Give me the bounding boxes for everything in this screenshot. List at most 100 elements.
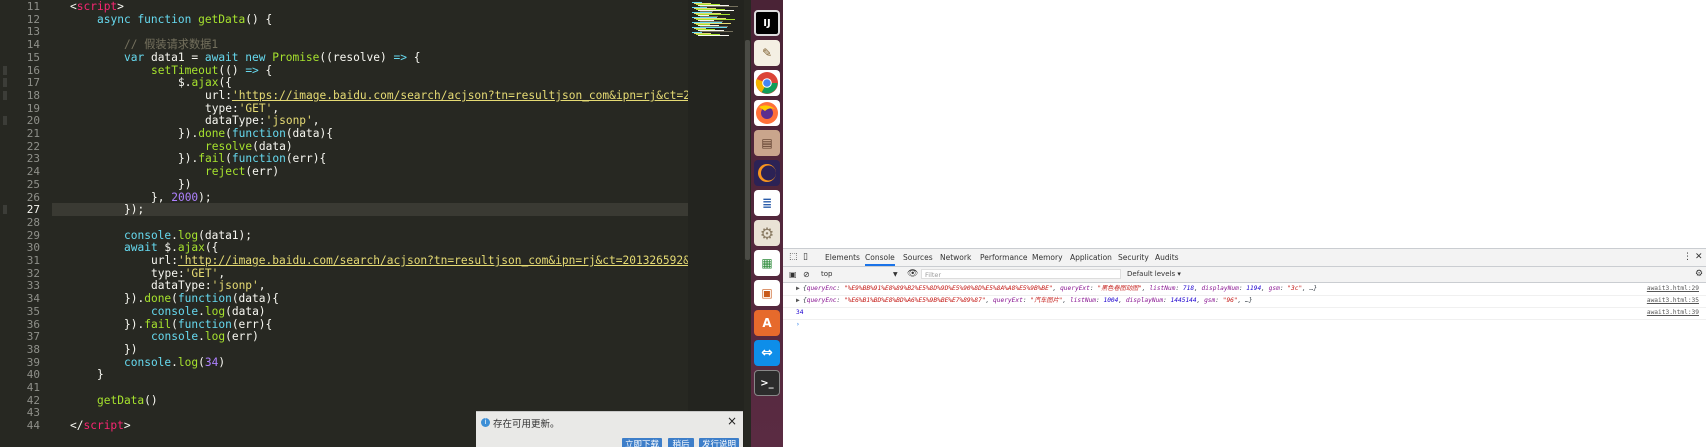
software-center-icon[interactable]: A [754,310,780,336]
close-icon[interactable]: × [727,414,737,428]
code-line[interactable]: }, 2000); [151,191,212,204]
code-line[interactable]: setTimeout(() => { [151,64,272,77]
source-link[interactable]: await3.html:39 [1647,307,1699,319]
code-line[interactable]: }); [124,203,144,216]
code-line[interactable]: await $.ajax({ [124,241,218,254]
fold-marker[interactable] [3,78,7,88]
archive-icon[interactable]: ▤ [754,130,780,156]
tab-performance[interactable]: Performance [980,249,1028,266]
line-number: 44 [26,419,40,433]
code-line[interactable]: }) [178,178,191,191]
close-devtools-icon[interactable]: ✕ [1695,249,1703,266]
console-prompt[interactable]: › [783,319,1706,331]
line-number: 23 [26,152,40,166]
code-line[interactable]: $.ajax({ [178,76,232,89]
code-line[interactable]: <script> [70,0,124,13]
fold-marker[interactable] [3,90,7,100]
code-line[interactable]: getData() [97,394,158,407]
firefox-icon[interactable] [754,100,780,126]
settings-icon[interactable]: ⚙ [754,220,780,246]
fold-marker[interactable] [3,116,7,126]
document-icon[interactable]: ≣ [754,190,780,216]
editor-scrollbar-thumb[interactable] [745,40,750,260]
editor-icon[interactable]: ✎ [754,40,780,66]
line-number: 42 [26,393,40,407]
clear-console-icon[interactable]: ⊘ [803,267,810,282]
console-log-text: 34 [796,309,804,316]
presentation-icon[interactable]: ▣ [754,280,780,306]
fold-marker[interactable] [3,205,7,215]
code-line[interactable]: console.log(34) [124,356,225,369]
code-line[interactable]: var data1 = await new Promise((resolve) … [124,51,420,64]
minimap-line [700,31,733,32]
code-line[interactable]: } [97,368,104,381]
filter-input[interactable]: Filter [921,269,1121,279]
release-notes-button[interactable]: 发行说明 [699,438,739,447]
teamviewer-icon[interactable]: ⇔ [754,340,780,366]
source-link[interactable]: await3.html:29 [1647,283,1699,295]
context-selector[interactable]: top [821,267,832,282]
code-line[interactable]: }).done(function(data){ [178,127,333,140]
line-number-gutter: 11 12 13 14 15 16 17 18 19 20 21 22 23 24 25 26 27 28 29 30… [0,0,52,447]
chrome-icon[interactable] [754,70,780,96]
tab-security[interactable]: Security [1118,249,1149,266]
line-number: 12 [26,12,40,26]
line-number: 28 [26,215,40,229]
line-number: 29 [26,228,40,242]
code-line[interactable]: type:'GET', [151,267,225,280]
line-number: 30 [26,241,40,255]
line-number: 13 [26,25,40,39]
inspect-icon[interactable]: ⬚ [789,249,798,266]
download-now-button[interactable]: 立即下载 [622,438,662,447]
minimap-line [698,35,729,36]
sidebar-toggle-icon[interactable]: ▣ [789,267,797,282]
code-line[interactable]: console.log(data1); [124,229,252,242]
code-editor[interactable]: 11 12 13 14 15 16 17 18 19 20 21 22 23 24 25 26 27 28 29 30… [0,0,751,447]
code-line[interactable]: }).fail(function(err){ [178,152,326,165]
console-settings-icon[interactable]: ⚙ [1695,267,1703,282]
tab-audits[interactable]: Audits [1155,249,1179,266]
tab-application[interactable]: Application [1070,249,1112,266]
context-dropdown-icon[interactable]: ▼ [893,267,898,282]
console-log-text: {queryEnc: "%E6%B1%BD%E8%BD%A6%E5%9B%BE%… [803,297,1253,304]
tab-memory[interactable]: Memory [1032,249,1063,266]
terminal-icon[interactable]: >_ [754,370,780,396]
minimap[interactable] [688,0,744,447]
code-line[interactable]: </script> [70,419,131,432]
expand-arrow-icon[interactable]: ▶ [796,283,800,295]
code-line[interactable]: dataType:'jsonp', [205,114,320,127]
later-button[interactable]: 稍后 [668,438,694,447]
code-line[interactable]: }).fail(function(err){ [124,318,272,331]
expand-arrow-icon[interactable]: ▶ [796,295,800,307]
tab-console[interactable]: Console [865,249,895,266]
code-line[interactable]: dataType:'jsonp', [151,279,266,292]
jetbrains-icon[interactable]: IJ [754,10,780,36]
code-line[interactable]: async function getData() { [97,13,272,26]
tab-network[interactable]: Network [940,249,971,266]
line-number: 22 [26,139,40,153]
notification-message: 存在可用更新。 [493,419,560,430]
code-line[interactable]: console.log(data) [151,305,266,318]
log-levels-dropdown[interactable]: Default levels ▾ [1127,267,1181,282]
source-link[interactable]: await3.html:35 [1647,295,1699,307]
tab-elements[interactable]: Elements [825,249,860,266]
device-toolbar-icon[interactable]: ▯ [803,249,808,266]
line-number: 26 [26,190,40,204]
code-line[interactable]: resolve(data) [205,140,293,153]
code-line[interactable]: }).done(function(data){ [124,292,279,305]
code-line[interactable]: // 假装请求数据1 [124,38,218,51]
fold-marker[interactable] [3,65,7,75]
code-line[interactable]: console.log(err) [151,330,259,343]
more-menu-icon[interactable]: ⋮ [1683,249,1692,266]
eye-icon[interactable]: 👁 [907,267,918,282]
spreadsheet-icon[interactable]: ▦ [754,250,780,276]
eclipse-icon[interactable] [754,160,780,186]
editor-scrollbar[interactable] [744,0,751,447]
code-line[interactable]: reject(err) [205,165,279,178]
code-line[interactable]: url:'http://image.baidu.com/search/acjso… [151,254,688,267]
code-area[interactable]: <script> async function getData() { // 假装请… [52,0,688,447]
code-line[interactable]: url:'https://image.baidu.com/search/acjs… [205,89,688,102]
code-line[interactable]: }) [124,343,137,356]
code-line[interactable]: type:'GET', [205,102,279,115]
tab-sources[interactable]: Sources [903,249,933,266]
